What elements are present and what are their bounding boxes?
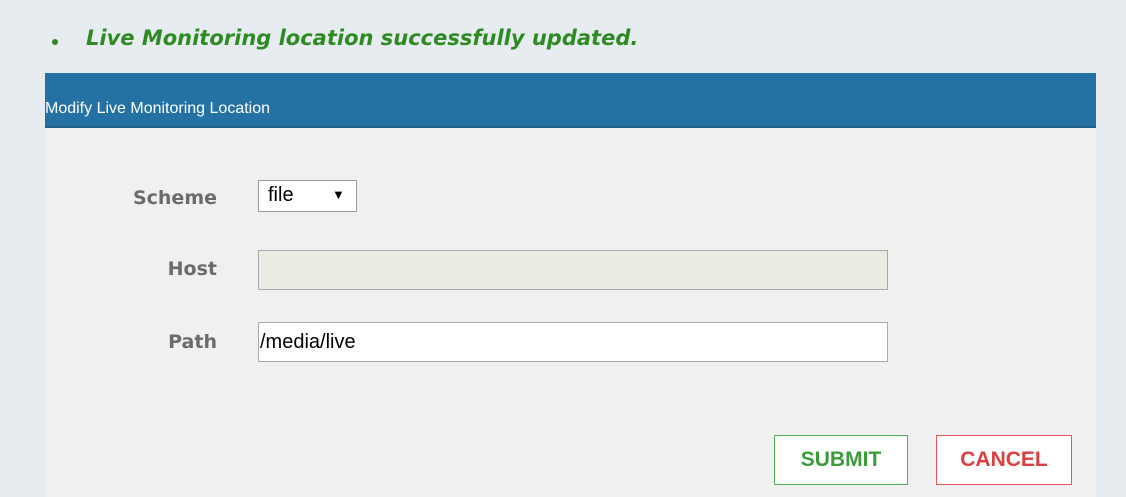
path-input[interactable]: /media/live — [258, 322, 888, 362]
cancel-button[interactable]: CANCEL — [936, 435, 1072, 485]
bullet-icon — [52, 39, 58, 45]
modify-location-panel: Modify Live Monitoring Location Scheme f… — [45, 73, 1096, 497]
success-message: Live Monitoring location successfully up… — [52, 22, 638, 50]
panel-title: Modify Live Monitoring Location — [45, 100, 271, 117]
dropdown-arrow-icon: ▼ — [332, 187, 345, 202]
submit-button[interactable]: SUBMIT — [774, 435, 908, 485]
path-label: Path — [168, 331, 217, 353]
scheme-label: Scheme — [132, 187, 217, 209]
host-input — [258, 250, 888, 290]
scheme-select[interactable]: file ▼ — [258, 180, 357, 212]
path-input-value: /media/live — [260, 331, 356, 353]
panel-header: Modify Live Monitoring Location — [45, 73, 1096, 128]
host-label: Host — [167, 258, 217, 280]
success-message-text: Live Monitoring location successfully up… — [86, 26, 639, 50]
scheme-select-value: file — [268, 184, 294, 206]
